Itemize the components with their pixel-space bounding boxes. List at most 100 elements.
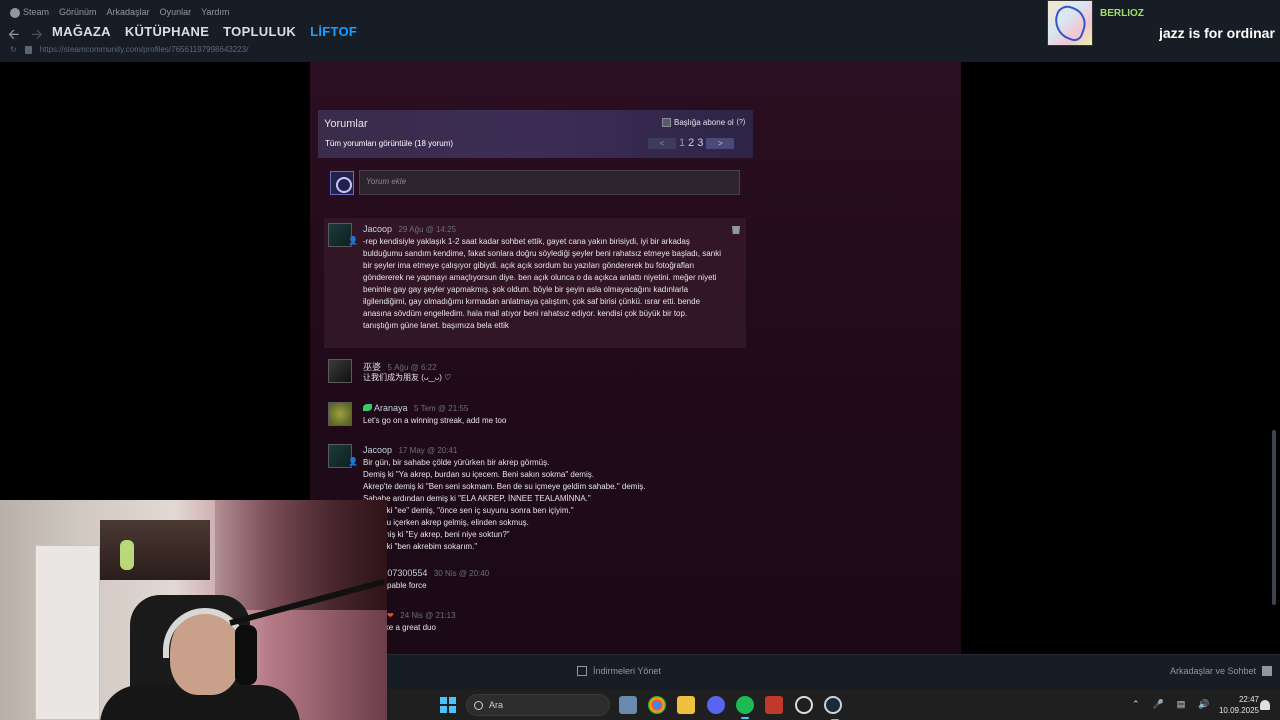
commenter-avatar[interactable] xyxy=(328,359,352,383)
microphone-icon xyxy=(235,625,257,685)
friends-chat-button[interactable]: Arkadaşlar ve Sohbet xyxy=(1170,666,1272,676)
clock[interactable]: 22:47 10.09.2025 xyxy=(1207,694,1259,716)
steam-logo-icon xyxy=(10,7,20,18)
steam-bottom-bar: İndirmeleri Yönet Arkadaşlar ve Sohbet xyxy=(387,654,1280,690)
subscribe-checkbox[interactable] xyxy=(662,118,671,127)
reload-icon[interactable]: ↻ xyxy=(10,45,17,54)
photos-app-icon[interactable] xyxy=(619,696,637,714)
webcam-shadow xyxy=(215,500,387,610)
manage-downloads-button[interactable]: İndirmeleri Yönet xyxy=(577,666,661,676)
mic-tray-icon[interactable]: 🎤 xyxy=(1153,699,1164,710)
windows-start-icon[interactable] xyxy=(440,697,456,713)
steam-icon[interactable] xyxy=(824,696,842,720)
pager-page-2[interactable]: 2 xyxy=(688,137,694,149)
comment-item: Aranaya 5 Tem @ 21:55 Let's go on a winn… xyxy=(324,397,746,431)
webcam-shelf xyxy=(100,520,210,580)
pager-next-button[interactable]: > xyxy=(706,137,735,149)
comment-item: 1199407300554 30 Nis @ 20:40 unstoppable… xyxy=(324,562,746,596)
subscribe-label: Başlığa abone ol xyxy=(674,118,734,127)
comment-text: unstoppable force xyxy=(363,581,427,590)
album-art xyxy=(1047,0,1093,46)
comment-line: Bir gün, bir sahabe çölde yürürken bir a… xyxy=(363,458,550,467)
webcam-feed xyxy=(0,500,387,720)
spotify-icon[interactable] xyxy=(736,696,754,719)
steam-menu: Steam Görünüm Arkadaşlar Oyunlar Yardım xyxy=(10,7,229,18)
tab-community[interactable]: TOPLULUK xyxy=(223,24,296,39)
menu-item-friends[interactable]: Arkadaşlar xyxy=(107,7,150,17)
user-avatar[interactable] xyxy=(330,170,354,195)
comment-line: Akrep'te demiş ki "Ben seni sokmam. Ben … xyxy=(363,482,646,491)
notification-bell-icon[interactable] xyxy=(1260,700,1270,710)
menu-item-view[interactable]: Görünüm xyxy=(59,7,97,17)
leaf-emoji-icon xyxy=(363,404,372,411)
tab-profile[interactable]: LİFTOF xyxy=(310,24,357,39)
page-scrollbar[interactable] xyxy=(1272,430,1276,605)
friend-icon: 👤 xyxy=(348,457,358,466)
comment-author[interactable]: 巫婆 xyxy=(363,362,381,372)
comment-author[interactable]: Jacoop xyxy=(363,224,392,234)
comment-date: 24 Nis @ 21:13 xyxy=(400,611,456,620)
comment-item: 👤 Jacoop 29 Ağu @ 14:25 -rep kendisiyle … xyxy=(324,218,746,348)
comment-line: demiş ki "ee" demiş, "önce sen iç suyunu… xyxy=(363,506,574,515)
menu-item-steam[interactable]: Steam xyxy=(10,7,49,18)
comment-date: 17 May @ 20:41 xyxy=(398,446,458,455)
comment-author[interactable]: Jacoop xyxy=(363,445,392,455)
search-placeholder: Ara xyxy=(489,700,504,710)
comment-line: be suyu içerken akrep gelmiş, elinden so… xyxy=(363,518,529,527)
comment-item: ukasa❤ 24 Nis @ 21:13 ve make a great du… xyxy=(324,604,746,638)
chevron-up-icon[interactable]: ⌃ xyxy=(1132,699,1140,710)
delete-icon[interactable] xyxy=(732,226,740,234)
now-playing-title: jazz is for ordinar xyxy=(1159,25,1275,41)
lock-icon xyxy=(24,45,32,54)
obs-icon[interactable] xyxy=(795,696,813,714)
comment-text: 让我们成为朋友 (ᴗ‿ᴗ) ♡ xyxy=(363,373,452,382)
comment-item: 👤 Jacoop 17 May @ 20:41 Bir gün, bir sah… xyxy=(324,439,746,559)
clock-time: 22:47 xyxy=(1238,695,1259,704)
comment-date: 5 Ağu @ 6:22 xyxy=(387,363,437,372)
taskbar-search[interactable]: Ara xyxy=(466,694,610,716)
comments-pager: < 1 2 3 > xyxy=(648,137,735,149)
comment-author[interactable]: Aranaya xyxy=(374,403,408,413)
comment-text: ve make a great duo xyxy=(363,623,436,632)
comment-input[interactable]: Yorum ekle xyxy=(359,170,740,195)
comments-title: Yorumlar xyxy=(324,118,368,130)
comment-date: 30 Nis @ 20:40 xyxy=(433,569,490,578)
comment-text: Let's go on a winning streak, add me too xyxy=(363,416,507,425)
comment-text: -rep kendisiyle yaklaşık 1-2 saat kadar … xyxy=(363,237,721,330)
comments-header: Yorumlar Tüm yorumları görüntüle (18 yor… xyxy=(318,110,753,158)
url-bar: ↻ https://steamcommunity.com/profiles/76… xyxy=(10,45,248,54)
webcam-door xyxy=(35,545,100,720)
friends-chat-label: Arkadaşlar ve Sohbet xyxy=(1169,666,1256,676)
comment-line: Sahabe ardından demiş ki "ELA AKREP, İNN… xyxy=(363,494,591,503)
url-text[interactable]: https://steamcommunity.com/profiles/7656… xyxy=(40,45,249,54)
menu-label: Steam xyxy=(23,7,50,17)
comment-text: Bir gün, bir sahabe çölde yürürken bir a… xyxy=(363,457,723,553)
pager-page-3[interactable]: 3 xyxy=(697,137,703,149)
comment-item: 巫婆 5 Ağu @ 6:22 让我们成为朋友 (ᴗ‿ᴗ) ♡ xyxy=(324,354,746,388)
cactus-icon xyxy=(120,540,134,570)
heart-emoji-icon: ❤ xyxy=(387,611,394,620)
file-explorer-icon[interactable] xyxy=(677,696,695,714)
network-icon[interactable]: ▤ xyxy=(1177,699,1186,710)
download-icon xyxy=(577,666,587,676)
view-all-comments-link[interactable]: Tüm yorumları görüntüle (18 yorum) xyxy=(325,139,453,148)
chrome-icon[interactable] xyxy=(648,696,666,714)
comment-line: demiş ki "ben akrebim sokarım." xyxy=(363,542,478,551)
main-nav-tabs: MAĞAZA KÜTÜPHANE TOPLULUK LİFTOF xyxy=(52,24,357,39)
menu-item-help[interactable]: Yardım xyxy=(201,7,229,17)
commenter-avatar[interactable] xyxy=(328,402,352,426)
downloads-label: İndirmeleri Yönet xyxy=(593,666,661,676)
help-icon[interactable]: (?) xyxy=(737,119,746,126)
tab-store[interactable]: MAĞAZA xyxy=(52,24,111,39)
search-icon xyxy=(474,700,483,710)
streaming-app-icon[interactable] xyxy=(765,696,783,714)
discord-icon[interactable] xyxy=(707,696,725,714)
windows-taskbar: Ara ⌃ 🎤 ▤ 🔊 22:47 10.09.2025 xyxy=(387,690,1280,720)
tab-library[interactable]: KÜTÜPHANE xyxy=(125,24,209,39)
system-tray: ⌃ 🎤 ▤ 🔊 xyxy=(1132,699,1210,710)
pager-prev-button[interactable]: < xyxy=(648,137,676,149)
menu-item-games[interactable]: Oyunlar xyxy=(160,7,192,17)
now-playing-artist: BERLIOZ xyxy=(1100,8,1144,19)
comment-date: 5 Tem @ 21:55 xyxy=(414,404,469,413)
subscribe-thread[interactable]: Başlığa abone ol (?) xyxy=(662,118,745,127)
